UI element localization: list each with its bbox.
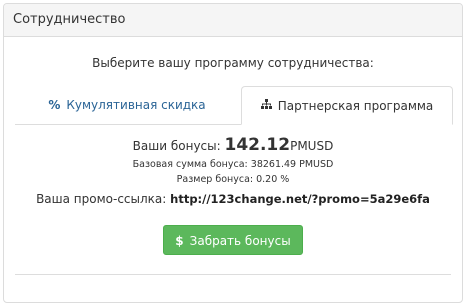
sitemap-icon — [260, 86, 272, 124]
bonus-line: Ваши бонусы: 142.12PMUSD — [4, 134, 462, 157]
panel-title: Сотрудничество — [13, 12, 126, 27]
bottom-divider — [15, 274, 451, 275]
promo-line: Ваша промо-ссылка: http://123change.net/… — [4, 189, 462, 209]
panel-heading: Сотрудничество — [4, 4, 462, 37]
percent-icon: % — [48, 98, 61, 112]
dollar-icon: $ — [175, 234, 184, 248]
program-prompt: Выберите вашу программу сотрудничества: — [92, 56, 374, 70]
withdraw-wrap: $ Забрать бонусы — [4, 225, 462, 255]
program-tabs: % Кумулятивная скидка Партнерская програм… — [15, 86, 453, 125]
bonus-value: 142.12 — [224, 135, 291, 155]
withdraw-label: Забрать бонусы — [189, 234, 291, 248]
tab-cumulative-discount[interactable]: % Кумулятивная скидка — [15, 86, 239, 124]
tab-partner-label: Партнерская программа — [277, 99, 434, 113]
partner-content: Ваши бонусы: 142.12PMUSD Базовая сумма б… — [4, 134, 462, 209]
promo-label: Ваша промо-ссылка: — [36, 192, 167, 206]
promo-link[interactable]: http://123change.net/?promo=5a29e6fa — [170, 192, 430, 206]
tab-cumulative-label: Кумулятивная скидка — [66, 98, 206, 112]
withdraw-bonus-button[interactable]: $ Забрать бонусы — [163, 225, 303, 255]
partnership-panel: Сотрудничество Выберите вашу программу с… — [3, 3, 463, 303]
bonus-label: Ваши бонусы: — [132, 139, 221, 153]
base-sum-text: Базовая сумма бонуса: 38261.49 PMUSD — [132, 159, 334, 170]
tab-partner-program[interactable]: Партнерская программа — [241, 86, 453, 125]
bonus-size-text: Размер бонуса: 0.20 % — [176, 174, 290, 185]
bonus-currency: PMUSD — [290, 139, 334, 153]
